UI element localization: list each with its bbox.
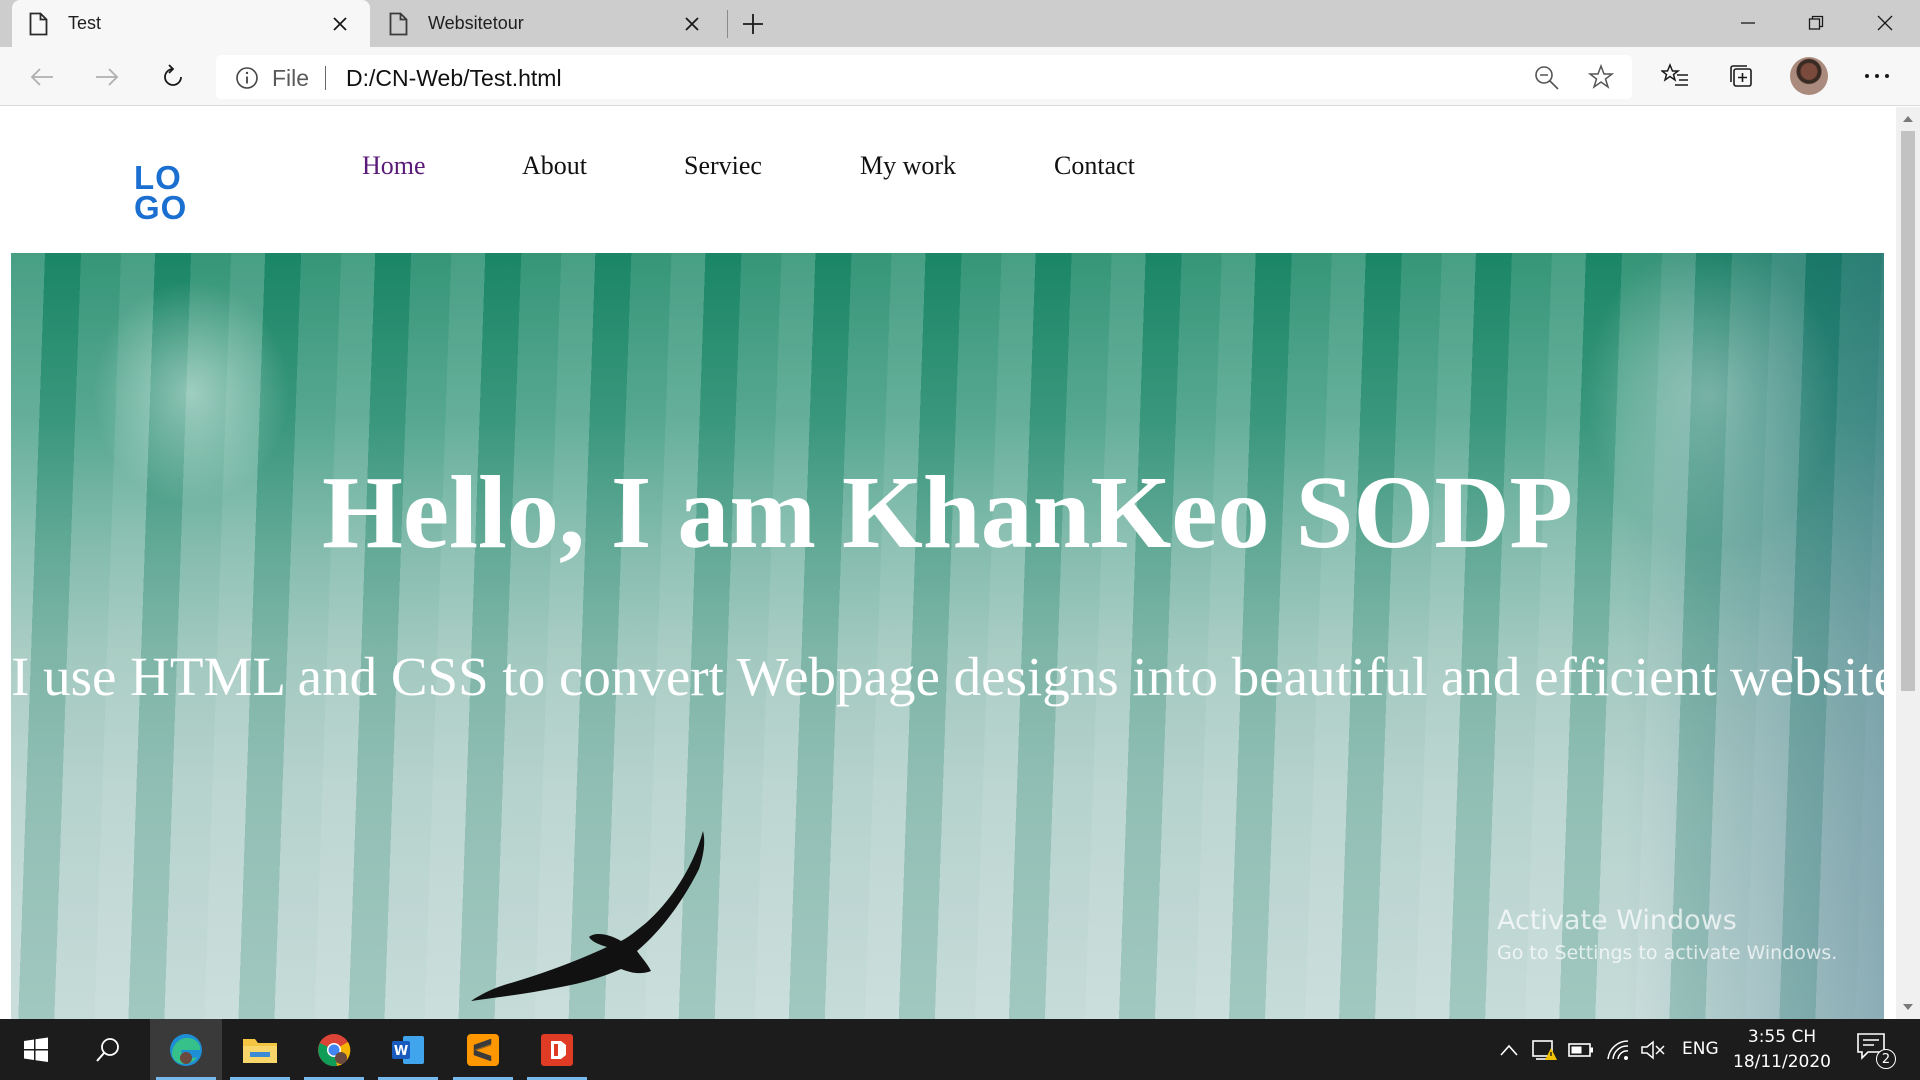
search-button[interactable] — [72, 1019, 144, 1080]
svg-text:W: W — [394, 1044, 408, 1059]
chevron-down-icon — [1903, 1004, 1913, 1010]
scroll-down-button[interactable] — [1896, 995, 1920, 1019]
more-icon — [1865, 74, 1889, 78]
refresh-icon — [164, 64, 182, 86]
collections-button[interactable] — [1721, 56, 1761, 96]
word-icon: W — [392, 1035, 424, 1064]
taskbar-clock[interactable]: 3:55 CH 18/11/2020 — [1714, 1025, 1850, 1075]
address-bar[interactable]: File D:/CN-Web/Test.html — [216, 55, 1632, 99]
tab-title: Websitetour — [428, 13, 524, 33]
tab-divider — [727, 10, 728, 38]
windows-taskbar: W ENG 3:55 CH 18/11/2020 2 — [0, 1019, 1920, 1080]
bird-silhouette-image — [471, 831, 705, 1001]
document-icon — [29, 12, 48, 35]
scroll-thumb[interactable] — [1901, 131, 1915, 691]
volume-muted-icon — [1641, 1040, 1665, 1060]
url-text[interactable]: D:/CN-Web/Test.html — [346, 65, 562, 92]
taskbar-edge[interactable] — [150, 1019, 222, 1080]
edge-icon — [170, 1033, 202, 1066]
forward-button[interactable] — [87, 57, 127, 97]
watermark-subtitle: Go to Settings to activate Windows. — [1497, 942, 1838, 964]
search-icon — [96, 1037, 119, 1062]
chrome-icon — [318, 1033, 351, 1066]
browser-toolbar: File D:/CN-Web/Test.html — [0, 47, 1920, 106]
battery-icon — [1568, 1043, 1593, 1057]
tab-test[interactable]: Test — [12, 0, 370, 47]
zoom-out-icon[interactable] — [1534, 65, 1560, 91]
wifi-icon — [1607, 1040, 1629, 1060]
tab-title: Test — [68, 13, 102, 33]
security-alert-icon — [1532, 1040, 1557, 1060]
new-tab-button[interactable] — [738, 9, 768, 39]
document-icon — [389, 12, 408, 35]
nav-contact[interactable]: Contact — [1054, 151, 1135, 181]
close-tab-icon[interactable] — [682, 14, 702, 34]
close-icon — [1877, 15, 1893, 31]
tab-websitetour[interactable]: Websitetour — [372, 0, 722, 47]
info-icon[interactable] — [235, 66, 259, 90]
chevron-up-icon — [1903, 116, 1913, 122]
show-hidden-icons-button[interactable] — [1496, 1037, 1522, 1063]
collections-icon — [1730, 65, 1752, 87]
nav-service[interactable]: Serviec — [684, 151, 762, 181]
notification-count-badge: 2 — [1876, 1049, 1896, 1069]
wifi-button[interactable] — [1605, 1037, 1631, 1063]
arrow-left-icon — [30, 68, 53, 86]
hero-title: Hello, I am KhanKeo SODP — [322, 455, 1573, 570]
clock-date: 18/11/2020 — [1733, 1052, 1831, 1072]
profile-avatar[interactable] — [1790, 57, 1828, 95]
scheme-label: File — [272, 65, 310, 91]
action-center-button[interactable]: 2 — [1856, 1032, 1896, 1070]
volume-button[interactable] — [1640, 1037, 1666, 1063]
taskbar-word[interactable]: W — [372, 1019, 444, 1080]
sublime-text-icon — [467, 1033, 499, 1066]
page-scrollbar[interactable] — [1896, 107, 1920, 1019]
taskbar-file-explorer[interactable] — [224, 1019, 296, 1080]
tab-bar: Test Websitetour — [0, 0, 1920, 47]
web-page: LO GO Home About Serviec My work Contact… — [0, 107, 1896, 1019]
site-logo[interactable]: LO GO — [134, 161, 198, 226]
tray-app-button[interactable] — [1532, 1037, 1558, 1063]
arrow-right-icon — [96, 68, 119, 86]
favorites-icon — [1661, 63, 1688, 86]
activate-windows-watermark: Activate Windows Go to Settings to activ… — [1497, 905, 1837, 964]
refresh-button[interactable] — [153, 57, 193, 97]
scroll-up-button[interactable] — [1896, 107, 1920, 131]
minimize-button[interactable] — [1730, 6, 1766, 40]
close-window-button[interactable] — [1867, 6, 1903, 40]
restore-button[interactable] — [1798, 6, 1834, 40]
taskbar-office[interactable] — [521, 1019, 593, 1080]
watermark-title: Activate Windows — [1497, 905, 1737, 936]
close-tab-icon[interactable] — [330, 14, 350, 34]
start-button[interactable] — [0, 1019, 72, 1080]
nav-home[interactable]: Home — [362, 151, 426, 181]
restore-icon — [1808, 15, 1824, 30]
minimize-icon — [1741, 22, 1755, 24]
file-explorer-icon — [243, 1038, 277, 1063]
star-icon[interactable] — [1588, 64, 1614, 90]
hero-subtitle: I use HTML and CSS to convert Webpage de… — [11, 646, 1884, 707]
logo-line-2: GO — [134, 189, 188, 226]
plus-icon — [743, 14, 763, 34]
address-divider — [325, 66, 326, 90]
favorites-button[interactable] — [1655, 56, 1695, 96]
battery-button[interactable] — [1568, 1037, 1594, 1063]
nav-about[interactable]: About — [522, 151, 587, 181]
windows-start-icon — [24, 1037, 48, 1062]
office-icon — [541, 1033, 573, 1066]
chevron-up-icon — [1500, 1044, 1518, 1056]
clock-time: 3:55 CH — [1747, 1027, 1817, 1047]
more-menu-button[interactable] — [1857, 56, 1897, 96]
nav-my-work[interactable]: My work — [860, 151, 956, 181]
taskbar-chrome[interactable] — [298, 1019, 370, 1080]
back-button[interactable] — [22, 57, 62, 97]
taskbar-sublime-text[interactable] — [447, 1019, 519, 1080]
